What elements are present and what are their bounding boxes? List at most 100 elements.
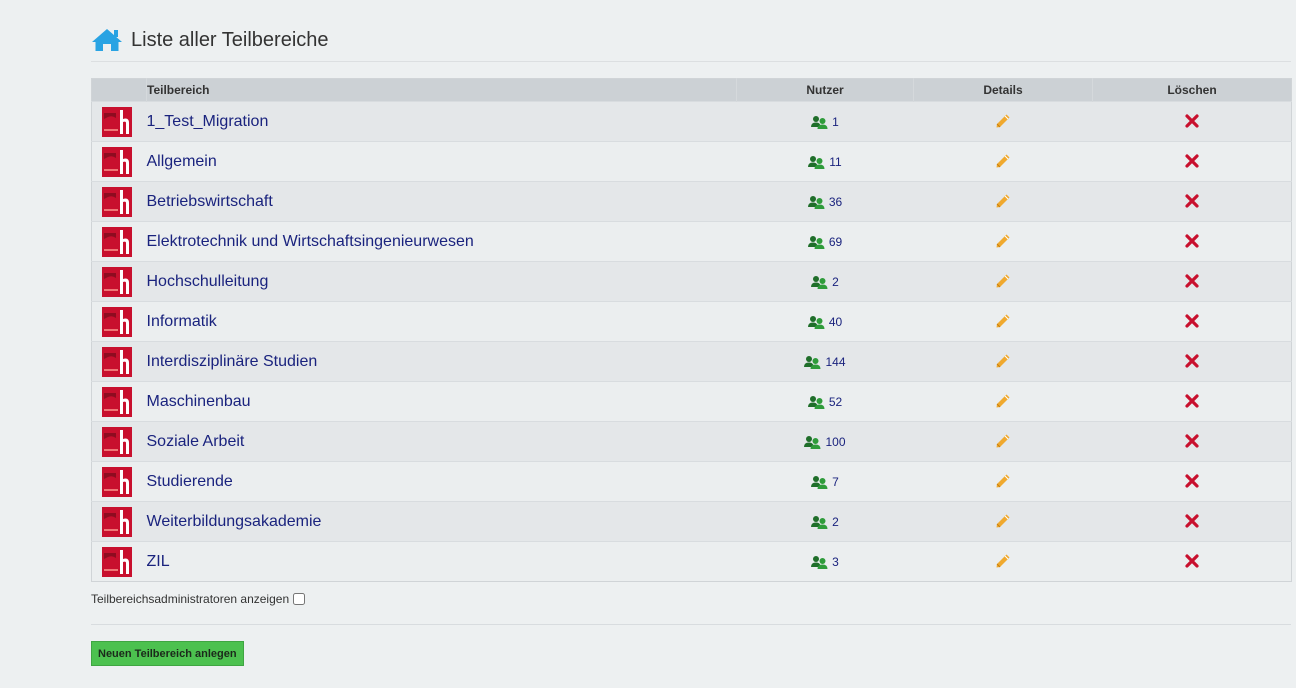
- users-count[interactable]: 1: [737, 115, 914, 129]
- users-cell: 52: [736, 381, 914, 422]
- divider: [91, 624, 1291, 625]
- users-number: 69: [828, 234, 843, 249]
- users-count[interactable]: 2: [737, 275, 914, 289]
- table-row: Weiterbildungsakademie 2: [91, 501, 1292, 542]
- delete-icon[interactable]: [1184, 113, 1200, 129]
- delete-icon[interactable]: [1184, 153, 1200, 169]
- hochschule-logo: [102, 306, 132, 337]
- name-cell: Allgemein: [146, 141, 737, 182]
- pencil-icon[interactable]: [995, 473, 1011, 489]
- users-icon: [808, 155, 825, 169]
- pencil-icon[interactable]: [995, 513, 1011, 529]
- delete-cell: [1092, 541, 1292, 582]
- delete-icon[interactable]: [1184, 513, 1200, 529]
- users-number: 52: [828, 394, 843, 409]
- pencil-icon[interactable]: [995, 153, 1011, 169]
- details-cell: [913, 221, 1093, 262]
- users-cell: 144: [736, 341, 914, 382]
- teilbereich-link[interactable]: Hochschulleitung: [147, 273, 269, 290]
- pencil-icon[interactable]: [995, 193, 1011, 209]
- hochschule-logo: [102, 346, 132, 377]
- admins-toggle[interactable]: Teilbereichsadministratoren anzeigen: [91, 592, 306, 606]
- logo-cell: [91, 221, 147, 262]
- teilbereich-link[interactable]: Informatik: [147, 313, 217, 330]
- name-cell: Informatik: [146, 301, 737, 342]
- delete-icon[interactable]: [1184, 473, 1200, 489]
- users-count[interactable]: 7: [737, 475, 914, 489]
- table-header-row: Teilbereich Nutzer Details Löschen: [91, 78, 1292, 102]
- delete-icon[interactable]: [1184, 193, 1200, 209]
- pencil-icon[interactable]: [995, 113, 1011, 129]
- column-header-delete: Löschen: [1092, 78, 1292, 102]
- details-cell: [913, 141, 1093, 182]
- delete-icon[interactable]: [1184, 433, 1200, 449]
- table-row: ZIL 3: [91, 541, 1292, 582]
- delete-icon[interactable]: [1184, 313, 1200, 329]
- logo-column-header: [91, 78, 147, 102]
- logo-cell: [91, 181, 147, 222]
- users-icon: [807, 195, 825, 209]
- pencil-icon[interactable]: [995, 393, 1011, 409]
- delete-cell: [1092, 381, 1292, 422]
- users-count[interactable]: 100: [737, 435, 914, 449]
- users-count[interactable]: 52: [737, 395, 914, 409]
- name-cell: Hochschulleitung: [146, 261, 737, 302]
- teilbereich-link[interactable]: Soziale Arbeit: [147, 433, 245, 450]
- teilbereich-link[interactable]: Interdisziplinäre Studien: [147, 353, 318, 370]
- delete-icon[interactable]: [1184, 393, 1200, 409]
- users-number: 7: [832, 474, 839, 489]
- pencil-icon[interactable]: [995, 313, 1011, 329]
- users-icon: [811, 515, 828, 529]
- users-count[interactable]: 144: [737, 355, 914, 369]
- users-count[interactable]: 36: [737, 195, 914, 209]
- teilbereich-link[interactable]: Elektrotechnik und Wirtschaftsingenieurw…: [147, 233, 474, 250]
- users-count[interactable]: 11: [737, 155, 914, 169]
- teilbereich-link[interactable]: ZIL: [147, 553, 170, 570]
- admins-checkbox[interactable]: [293, 593, 306, 605]
- teilbereich-link[interactable]: Studierende: [147, 473, 233, 490]
- users-count[interactable]: 2: [737, 515, 914, 529]
- users-icon: [807, 315, 825, 329]
- teilbereiche-table: Teilbereich Nutzer Details Löschen 1_Tes…: [91, 78, 1292, 582]
- pencil-icon[interactable]: [995, 353, 1011, 369]
- teilbereich-link[interactable]: Maschinenbau: [147, 393, 251, 410]
- hochschule-logo: [102, 186, 132, 217]
- pencil-icon[interactable]: [995, 233, 1011, 249]
- users-count[interactable]: 69: [737, 235, 914, 249]
- add-teilbereich-button[interactable]: Neuen Teilbereich anlegen: [91, 641, 244, 666]
- column-header-details: Details: [913, 78, 1093, 102]
- hochschule-logo: [102, 506, 132, 537]
- logo-cell: [91, 501, 147, 542]
- name-cell: Interdisziplinäre Studien: [146, 341, 737, 382]
- users-number: 3: [832, 554, 839, 569]
- teilbereich-link[interactable]: Allgemein: [147, 153, 217, 170]
- users-count[interactable]: 3: [737, 555, 914, 569]
- details-cell: [913, 301, 1093, 342]
- users-count[interactable]: 40: [737, 315, 914, 329]
- logo-cell: [91, 301, 147, 342]
- users-cell: 1: [736, 101, 914, 142]
- details-cell: [913, 501, 1093, 542]
- details-cell: [913, 101, 1093, 142]
- pencil-icon[interactable]: [995, 553, 1011, 569]
- delete-cell: [1092, 221, 1292, 262]
- delete-icon[interactable]: [1184, 273, 1200, 289]
- users-number: 2: [832, 274, 839, 289]
- home-icon[interactable]: [91, 27, 123, 53]
- teilbereich-link[interactable]: 1_Test_Migration: [147, 113, 269, 130]
- delete-icon[interactable]: [1184, 353, 1200, 369]
- users-cell: 36: [736, 181, 914, 222]
- pencil-icon[interactable]: [995, 433, 1011, 449]
- teilbereich-link[interactable]: Weiterbildungsakademie: [147, 513, 322, 530]
- name-cell: Studierende: [146, 461, 737, 502]
- column-header-users: Nutzer: [736, 78, 914, 102]
- delete-icon[interactable]: [1184, 553, 1200, 569]
- details-cell: [913, 541, 1093, 582]
- page-header: Liste aller Teilbereiche: [91, 24, 329, 56]
- teilbereich-link[interactable]: Betriebswirtschaft: [147, 193, 273, 210]
- users-number: 40: [828, 314, 843, 329]
- table-row: Allgemein 11: [91, 141, 1292, 182]
- delete-cell: [1092, 301, 1292, 342]
- delete-icon[interactable]: [1184, 233, 1200, 249]
- pencil-icon[interactable]: [995, 273, 1011, 289]
